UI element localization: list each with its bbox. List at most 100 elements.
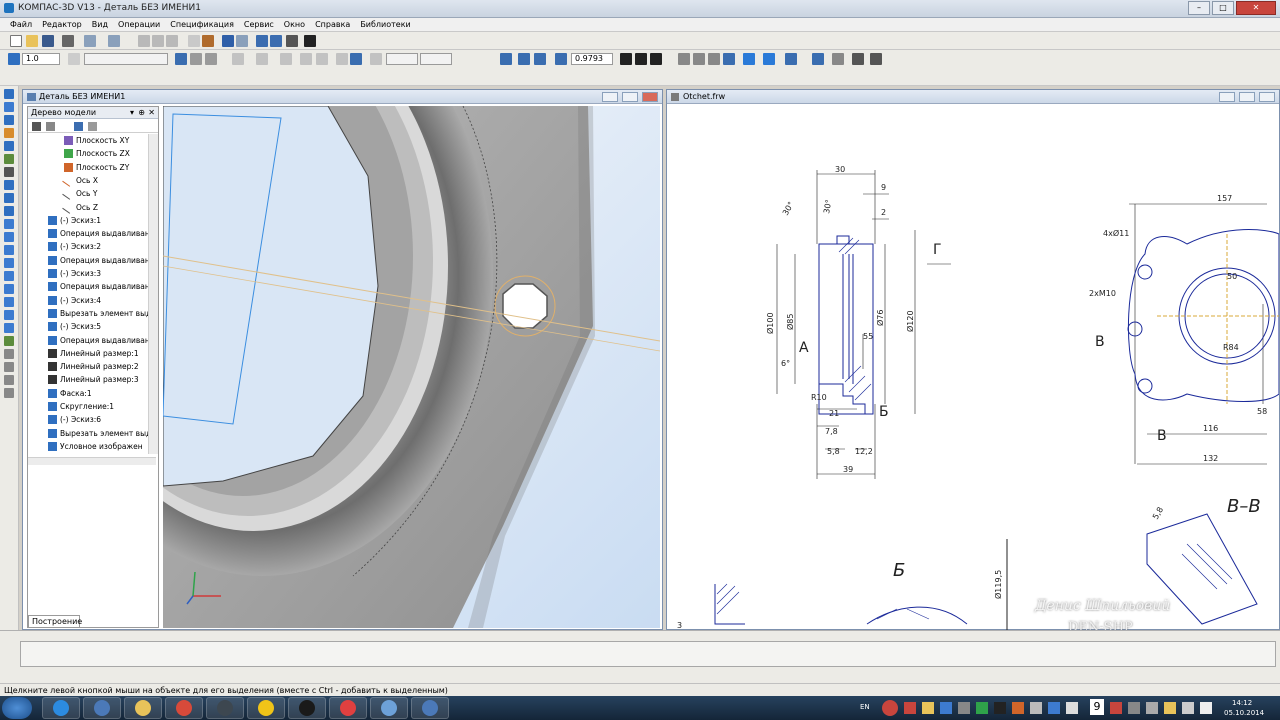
tree-item[interactable]: Плоскость ZX xyxy=(64,147,130,160)
property-panel-field[interactable] xyxy=(20,641,1276,667)
taskbar-app-button[interactable] xyxy=(247,697,285,719)
new-file-icon[interactable] xyxy=(10,35,22,47)
tray-red2-icon[interactable] xyxy=(1110,702,1122,714)
tree-item[interactable]: (-) Эскиз:2 xyxy=(48,240,101,253)
report-tool-icon[interactable] xyxy=(4,206,14,216)
spec-tool-icon[interactable] xyxy=(4,193,14,203)
tray-yellow-icon[interactable] xyxy=(922,702,934,714)
taskbar-app-button[interactable] xyxy=(329,697,367,719)
tree-item[interactable]: Фаска:1 xyxy=(48,387,92,400)
format-brush-icon[interactable] xyxy=(188,35,200,47)
clock-date[interactable]: 05.10.2014 xyxy=(1224,709,1264,717)
menu-libraries[interactable]: Библиотеки xyxy=(360,18,410,31)
menu-specification[interactable]: Спецификация xyxy=(170,18,234,31)
tray-blue-icon[interactable] xyxy=(940,702,952,714)
tray-network-icon[interactable] xyxy=(1048,702,1060,714)
tree-item[interactable]: (-) Эскиз:5 xyxy=(48,320,101,333)
print-icon[interactable] xyxy=(62,35,74,47)
help-pointer-icon[interactable] xyxy=(304,35,316,47)
tree-structure-icon[interactable] xyxy=(32,122,41,131)
menu-edit[interactable]: Редактор xyxy=(42,18,82,31)
save-icon[interactable] xyxy=(42,35,54,47)
taskbar-app-button[interactable] xyxy=(124,697,162,719)
tray-grey3-icon[interactable] xyxy=(1146,702,1158,714)
manager-icon[interactable] xyxy=(256,35,268,47)
zoom-out-icon[interactable] xyxy=(534,53,546,65)
params-tool-icon[interactable] xyxy=(4,336,14,346)
drawing-restore-button[interactable] xyxy=(1239,92,1255,102)
step-field[interactable]: 1.0 xyxy=(22,53,60,65)
zoom-in-icon[interactable] xyxy=(518,53,530,65)
thin-lines-icon[interactable] xyxy=(708,53,720,65)
select-tool-icon[interactable] xyxy=(4,180,14,190)
grid-icon[interactable] xyxy=(68,53,80,65)
tree-item[interactable]: Ось X xyxy=(62,174,98,187)
library-icon[interactable] xyxy=(270,35,282,47)
tray-orange-icon[interactable] xyxy=(1012,702,1024,714)
misc3-tool-icon[interactable] xyxy=(4,375,14,385)
tray-grey-icon[interactable] xyxy=(958,702,970,714)
variables-icon[interactable] xyxy=(286,35,298,47)
y-field[interactable] xyxy=(420,53,452,65)
ruler-icon[interactable] xyxy=(300,53,312,65)
maximize-button[interactable]: □ xyxy=(1212,1,1234,15)
aux-geom-icon[interactable] xyxy=(4,258,14,268)
tree-item[interactable]: (-) Эскиз:4 xyxy=(48,294,101,307)
tray-signal-icon[interactable] xyxy=(1200,702,1212,714)
drawing-canvas[interactable]: 30 9 2 157 30° 30° Ø100 Ø85 Ø76 Ø120 55 … xyxy=(667,104,1279,630)
x-field[interactable] xyxy=(386,53,418,65)
array-tool-icon[interactable] xyxy=(4,245,14,255)
elements-icon[interactable] xyxy=(4,323,14,333)
dropdown-icon[interactable]: ▾ xyxy=(130,107,134,119)
params-icon[interactable] xyxy=(4,154,14,164)
tree-item[interactable]: Линейный размер:3 xyxy=(48,373,139,386)
tree-item[interactable]: Скругление:1 xyxy=(48,400,114,413)
sheet-metal-icon[interactable] xyxy=(4,271,14,281)
tree-item[interactable]: Операция выдавливан xyxy=(48,254,150,267)
orientation-icon[interactable] xyxy=(650,53,662,65)
measure-icon[interactable] xyxy=(280,53,292,65)
perspective-icon[interactable] xyxy=(763,53,775,65)
menu-file[interactable]: Файл xyxy=(10,18,32,31)
settings-icon[interactable] xyxy=(852,53,864,65)
snap-icon[interactable] xyxy=(175,53,187,65)
model-close-button[interactable] xyxy=(642,92,658,102)
edit-icon[interactable] xyxy=(4,89,14,99)
tree-item[interactable]: Линейный размер:2 xyxy=(48,360,139,373)
tray-nine-icon[interactable]: 9 xyxy=(1090,699,1104,715)
dots-icon[interactable] xyxy=(370,53,382,65)
layers-icon[interactable] xyxy=(832,53,844,65)
misc-tool-icon[interactable] xyxy=(4,349,14,359)
cursor-icon[interactable] xyxy=(256,53,268,65)
shaded-icon[interactable] xyxy=(743,53,755,65)
tab-construction[interactable]: Построение xyxy=(28,615,82,627)
menu-view[interactable]: Вид xyxy=(92,18,108,31)
curves-icon[interactable] xyxy=(4,284,14,294)
symbols-icon[interactable] xyxy=(4,141,14,151)
tree-item[interactable]: (-) Эскиз:1 xyxy=(48,214,101,227)
model-restore-button[interactable] xyxy=(622,92,638,102)
snap-grid-icon[interactable] xyxy=(350,53,362,65)
measure-tool-icon[interactable] xyxy=(4,167,14,177)
drawing-close-button[interactable] xyxy=(1259,92,1275,102)
menu-help[interactable]: Справка xyxy=(315,18,350,31)
misc4-tool-icon[interactable] xyxy=(4,388,14,398)
more-icon[interactable] xyxy=(870,53,882,65)
tree-item[interactable]: (-) Эскиз:6 xyxy=(48,413,101,426)
sketch-tool-icon[interactable] xyxy=(4,115,14,125)
clock-time[interactable]: 14:12 xyxy=(1232,699,1252,707)
preview-icon[interactable] xyxy=(84,35,96,47)
filter-view-icon[interactable] xyxy=(785,53,797,65)
line-icon[interactable] xyxy=(336,53,348,65)
surface-tool-icon[interactable] xyxy=(4,232,14,242)
tray-volume-icon[interactable] xyxy=(1066,702,1078,714)
taskbar-app-button[interactable] xyxy=(370,697,408,719)
misc2-tool-icon[interactable] xyxy=(4,362,14,372)
taskbar-app-button[interactable] xyxy=(165,697,203,719)
language-indicator[interactable]: EN xyxy=(860,703,870,711)
taskbar-app-button[interactable] xyxy=(83,697,121,719)
local-cs-icon[interactable] xyxy=(190,53,202,65)
wireframe-icon[interactable] xyxy=(678,53,690,65)
angle-icon[interactable] xyxy=(316,53,328,65)
tray-grey2-icon[interactable] xyxy=(1128,702,1140,714)
